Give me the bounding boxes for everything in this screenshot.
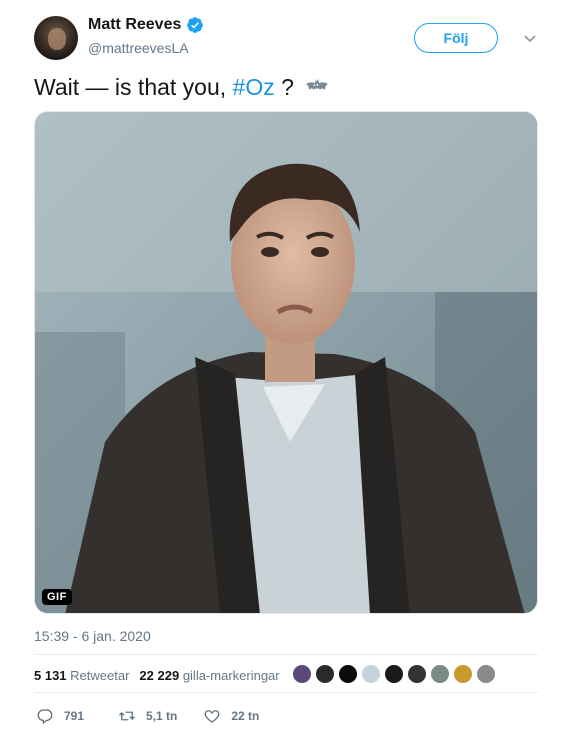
retweet-button[interactable]: 5,1 tn — [118, 707, 177, 725]
tweet-text: Wait — is that you, #Oz ? — [34, 74, 332, 101]
tweet-text-after: ? — [274, 74, 294, 100]
reply-button[interactable]: 791 — [36, 707, 84, 725]
likes-count: 22 229 — [139, 668, 180, 683]
retweets-count: 5 131 — [34, 668, 67, 683]
author-handle[interactable]: @mattreevesLA — [88, 40, 189, 56]
verified-badge-icon — [187, 17, 204, 33]
likes-label: gilla-markeringar — [182, 668, 280, 683]
retweets-stat[interactable]: 5 131 Retweetar — [34, 668, 129, 683]
author-avatar[interactable] — [34, 16, 78, 60]
author-name[interactable]: Matt Reeves — [88, 16, 181, 34]
divider — [34, 692, 538, 693]
liker-avatar[interactable] — [407, 664, 427, 684]
follow-button[interactable]: Följ — [414, 23, 498, 53]
bat-emoji-icon — [305, 78, 328, 90]
gif-badge: GIF — [42, 589, 72, 605]
liker-avatar[interactable] — [384, 664, 404, 684]
author-name-row[interactable]: Matt Reeves — [88, 16, 204, 34]
tweet-actions: 791 5,1 tn 22 tn — [36, 707, 285, 725]
liker-avatars — [292, 664, 496, 684]
reply-icon — [37, 709, 53, 724]
gif-image — [35, 112, 537, 613]
reply-count: 791 — [64, 709, 85, 723]
tweet-text-before: Wait — is that you, — [34, 74, 233, 100]
retweets-label: Retweetar — [70, 668, 130, 683]
like-button[interactable]: 22 tn — [203, 707, 259, 725]
chevron-down-icon[interactable] — [522, 30, 538, 46]
like-count: 22 tn — [231, 709, 260, 723]
retweet-icon — [119, 711, 136, 721]
liker-avatar[interactable] — [338, 664, 358, 684]
liker-avatar[interactable] — [430, 664, 450, 684]
tweet-media-gif[interactable] — [34, 111, 538, 614]
likes-stat[interactable]: 22 229 gilla-markeringar — [139, 668, 279, 683]
liker-avatar[interactable] — [453, 664, 473, 684]
heart-icon — [204, 710, 220, 723]
liker-avatar[interactable] — [476, 664, 496, 684]
liker-avatar[interactable] — [292, 664, 312, 684]
divider — [34, 654, 538, 655]
hashtag-link[interactable]: #Oz — [233, 74, 275, 101]
liker-avatar[interactable] — [361, 664, 381, 684]
liker-avatar[interactable] — [315, 664, 335, 684]
retweet-count: 5,1 tn — [146, 709, 178, 723]
tweet-timestamp[interactable]: 15:39 - 6 jan. 2020 — [34, 628, 151, 644]
engagement-stats: 5 131 Retweetar 22 229 gilla-markeringar — [34, 668, 280, 683]
